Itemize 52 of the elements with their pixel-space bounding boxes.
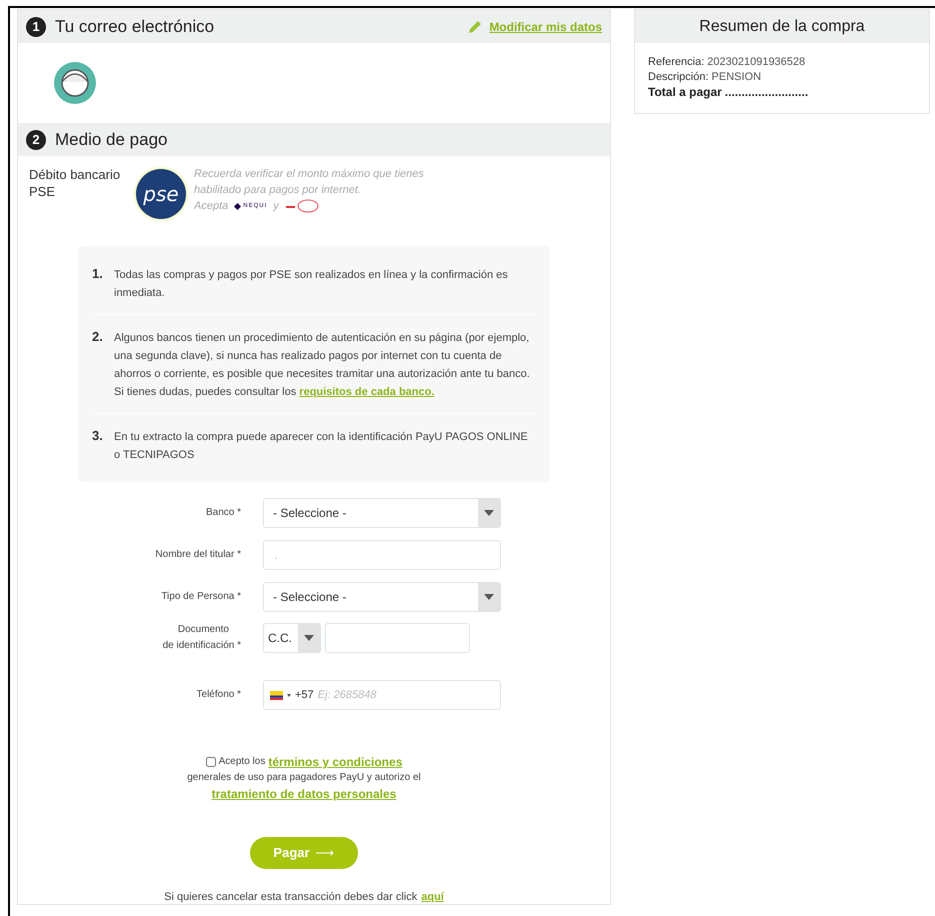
accepts-text: Acepta bbox=[194, 199, 228, 214]
terms-text: generales de uso para pagadores PayU y autorizo el bbox=[187, 771, 421, 785]
cancel-text: Si quieres cancelar esta transacción debes dar click bbox=[164, 890, 418, 905]
field-label: Banco * bbox=[206, 507, 241, 518]
select-field[interactable]: - Seleccione - bbox=[263, 582, 501, 612]
summary-label: Total a pagar bbox=[648, 85, 722, 100]
terms-text: Acepto los bbox=[218, 755, 266, 769]
document-type-select[interactable]: C.C. bbox=[263, 623, 321, 653]
step-text: En tu extracto la compra puede aparecer con la identificación PayU PAGOS ONLINE o TECNIPAGOS bbox=[114, 430, 529, 463]
pse-logo: pse bbox=[136, 169, 186, 219]
input-field[interactable] bbox=[325, 623, 470, 653]
caret-icon bbox=[304, 635, 314, 641]
summary-label: Referencia: bbox=[648, 55, 704, 70]
summary-value: ......................... bbox=[724, 85, 808, 100]
caret-icon bbox=[287, 694, 291, 696]
step-index: 2. bbox=[92, 328, 104, 346]
avatar-icon bbox=[54, 62, 96, 104]
field-label: Documento bbox=[176, 623, 230, 637]
field-label: Tipo de Persona * bbox=[161, 591, 241, 602]
phone-field[interactable]: +57 Ej: 2685848 bbox=[263, 680, 501, 710]
field-label: Teléfono * bbox=[196, 689, 241, 700]
edit-link[interactable]: Modificar mis datos bbox=[489, 18, 602, 36]
terms-checkbox[interactable] bbox=[206, 757, 216, 767]
step-text: Algunos bancos tienen un procedimiento de autenticación en su página (por ejemplo, una segunda clave), si nunca has realizado pagos por internet con tu cuenta de ahorros o corriente, es posible que necesites tramitar una autorización ante tu banco. Si tienes dudas, puedes consultar los requisitos de cada banco. bbox=[114, 331, 531, 400]
caret-icon bbox=[484, 510, 494, 516]
flag-icon bbox=[270, 690, 283, 700]
step-index: 1. bbox=[92, 265, 104, 283]
privacy-link[interactable]: tratamiento de datos personales bbox=[212, 786, 396, 802]
step-index: 3. bbox=[92, 427, 104, 445]
and-text: y bbox=[273, 199, 279, 214]
select-field[interactable]: - Seleccione - bbox=[263, 498, 501, 528]
summary-label: Descripción: bbox=[648, 70, 709, 85]
cancel-link[interactable]: aquí bbox=[421, 889, 444, 906]
payment-method-label: Débito bancario PSE bbox=[29, 166, 122, 201]
section-title: Medio de pago bbox=[55, 128, 168, 151]
caret-icon bbox=[484, 594, 494, 600]
notice-text: Recuerda verificar el monto máximo que tienes habilitado para pagos por internet. bbox=[194, 167, 425, 198]
pay-button[interactable]: Pagar ⟶ bbox=[250, 837, 358, 869]
step-number: 1 bbox=[26, 16, 46, 36]
requirements-link[interactable]: requisitos de cada banco. bbox=[299, 386, 434, 398]
summary-title: Resumen de la compra bbox=[699, 16, 865, 36]
input-field[interactable]: . bbox=[263, 540, 501, 570]
section-title: Tu correo electrónico bbox=[55, 16, 214, 38]
step-text: Todas las compras y pagos por PSE son realizados en línea y la confirmación es inmediata. bbox=[114, 268, 509, 301]
field-label: de identificación * bbox=[162, 639, 241, 653]
terms-link[interactable]: términos y condiciones bbox=[268, 754, 402, 770]
summary-value: 2023021091936528 bbox=[707, 55, 806, 70]
summary-value: PENSION bbox=[712, 70, 762, 85]
step-number: 2 bbox=[26, 130, 46, 150]
pencil-icon bbox=[467, 18, 484, 34]
field-label: Nombre del titular * bbox=[155, 549, 241, 560]
phone-input[interactable]: Ej: 2685848 bbox=[318, 681, 500, 709]
